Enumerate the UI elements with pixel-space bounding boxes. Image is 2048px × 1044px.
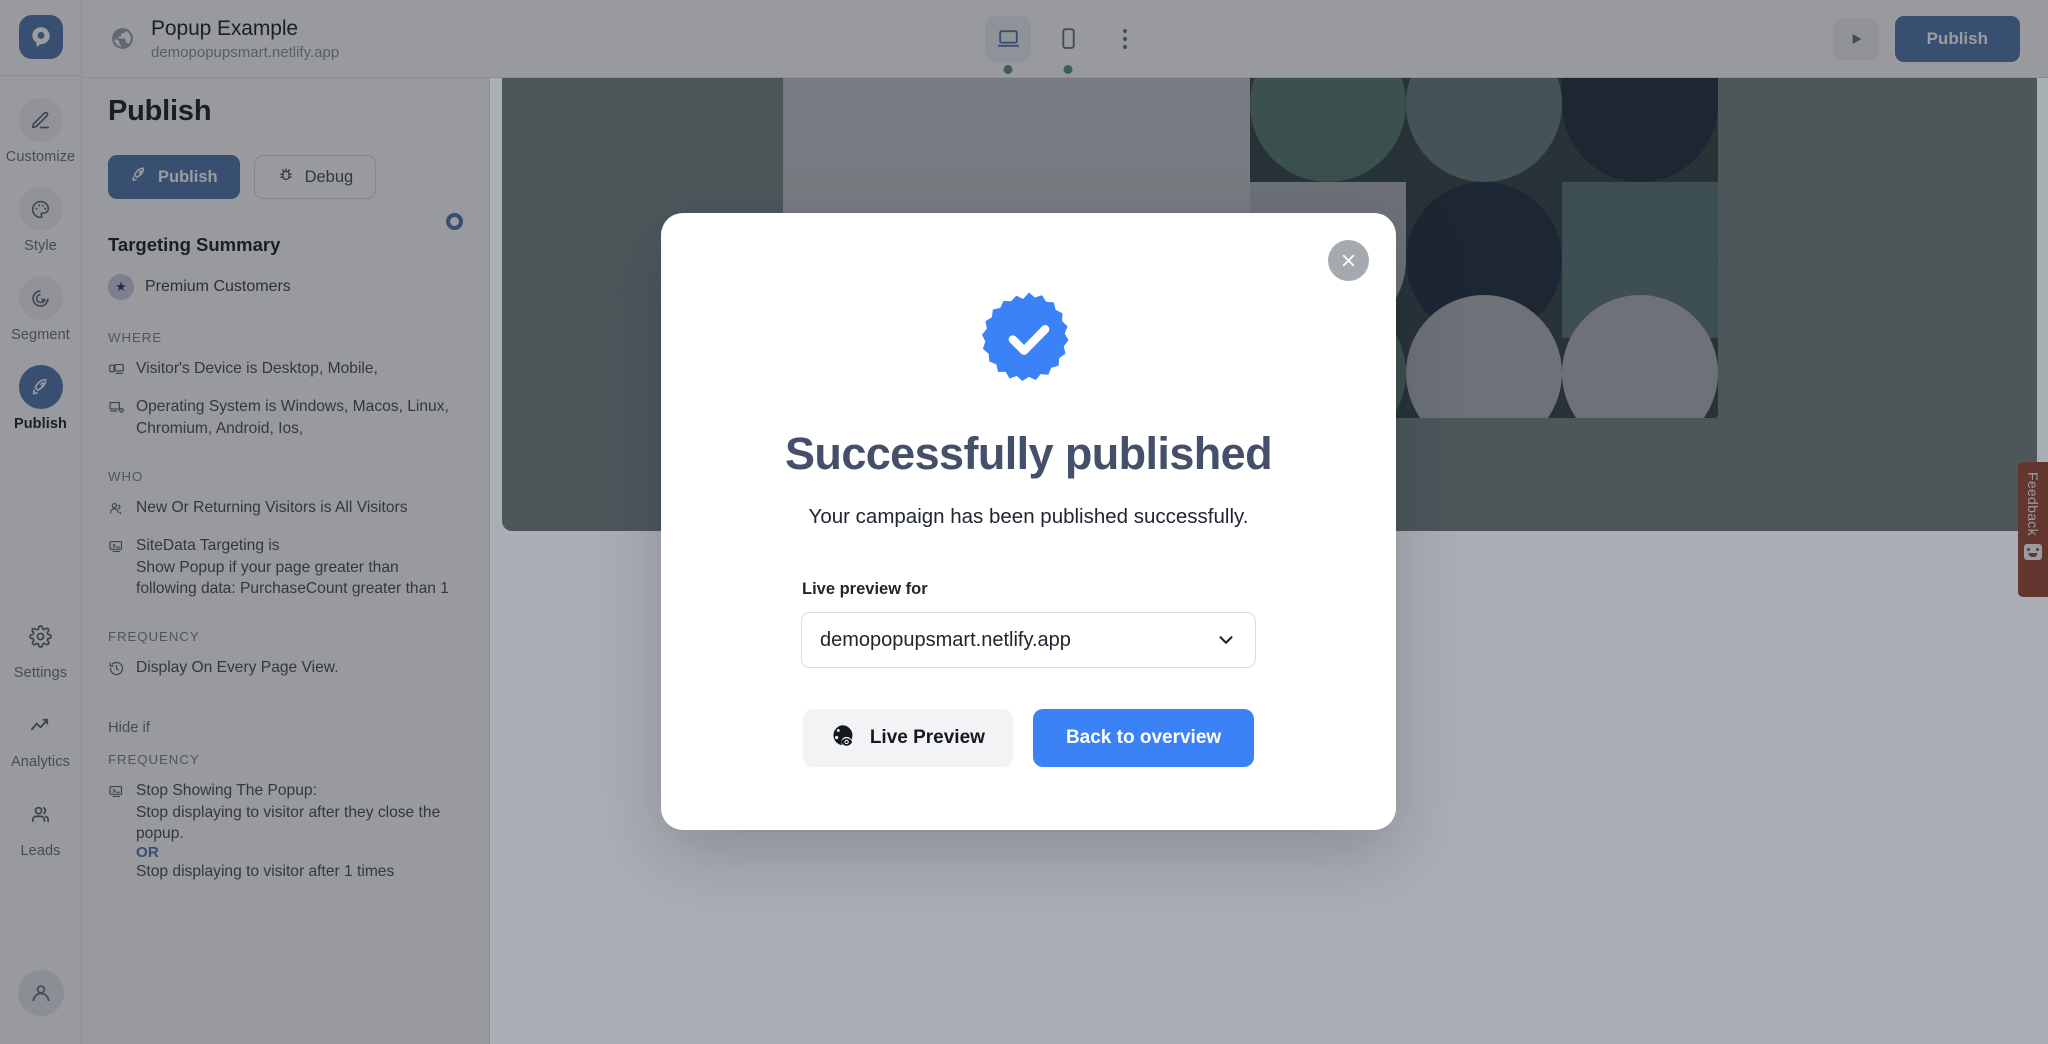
live-preview-button-label: Live Preview bbox=[869, 727, 985, 748]
live-preview-select-value: demopopupsmart.netlify.app bbox=[820, 628, 1071, 651]
globe-eye-icon bbox=[831, 723, 856, 754]
live-preview-button[interactable]: Live Preview bbox=[802, 709, 1013, 767]
modal-action-buttons: Live Preview Back to overview bbox=[802, 709, 1255, 767]
modal-description: Your campaign has been published success… bbox=[808, 505, 1249, 528]
live-preview-field-label: Live preview for bbox=[802, 580, 928, 598]
back-to-overview-button[interactable]: Back to overview bbox=[1032, 709, 1255, 767]
modal-close-button[interactable] bbox=[1328, 240, 1369, 281]
verified-check-badge bbox=[980, 290, 1078, 393]
success-modal: Successfully published Your campaign has… bbox=[661, 213, 1396, 830]
live-preview-select[interactable]: demopopupsmart.netlify.app bbox=[801, 612, 1256, 668]
modal-title: Successfully published bbox=[785, 428, 1273, 479]
chevron-down-icon bbox=[1215, 629, 1237, 651]
